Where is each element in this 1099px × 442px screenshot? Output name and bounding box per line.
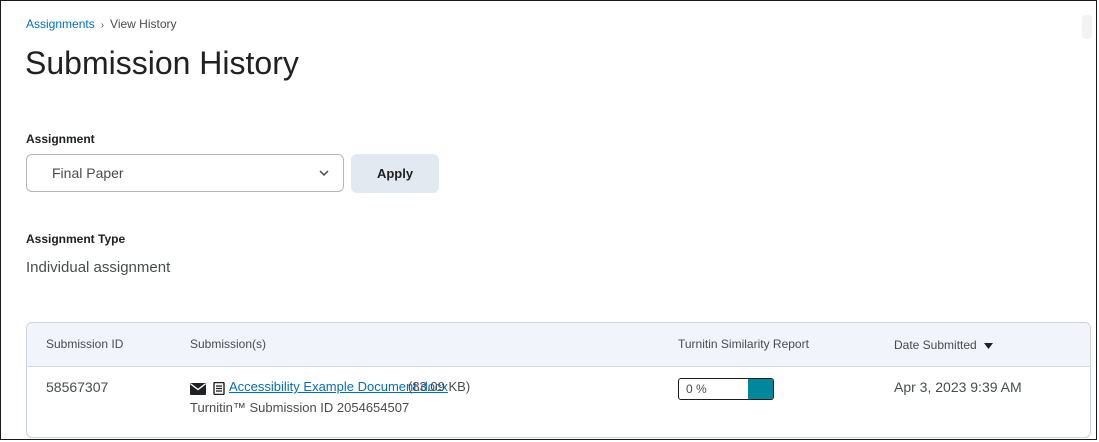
sort-down-icon: [984, 342, 994, 349]
file-size: (83.09 KB): [408, 379, 471, 394]
breadcrumb-assignments-link[interactable]: Assignments: [26, 17, 95, 31]
header-submissions: Submission(s): [190, 337, 267, 351]
document-icon: [213, 381, 226, 396]
similarity-report-button[interactable]: 0 %: [678, 378, 774, 400]
breadcrumb-separator: ›: [100, 20, 105, 31]
submission-table: Submission ID Submission(s) Turnitin Sim…: [26, 322, 1091, 438]
chevron-down-icon: [319, 170, 329, 177]
turnitin-submission-id: Turnitin™ Submission ID 2054654507: [190, 400, 410, 415]
similarity-indicator: [748, 379, 773, 399]
assignment-select[interactable]: Final Paper: [26, 154, 344, 192]
header-similarity: Turnitin Similarity Report: [678, 337, 809, 351]
header-submission-id: Submission ID: [46, 337, 124, 351]
page-frame: Assignments › View History Submission Hist…: [0, 0, 1097, 440]
header-date-submitted[interactable]: Date Submitted: [894, 338, 994, 352]
page-title: Submission History: [25, 45, 299, 81]
submission-id-cell: 58567307: [46, 379, 109, 395]
assignment-label: Assignment: [26, 132, 95, 146]
assignment-type-value: Individual assignment: [26, 259, 171, 276]
similarity-score: 0 %: [686, 382, 707, 396]
breadcrumb: Assignments › View History: [26, 17, 177, 31]
assignment-select-value: Final Paper: [52, 165, 124, 181]
apply-button[interactable]: Apply: [351, 154, 439, 193]
assignment-type-label: Assignment Type: [26, 232, 126, 246]
breadcrumb-current: View History: [110, 17, 177, 31]
envelope-icon: [190, 383, 206, 395]
submission-icons: [190, 381, 226, 400]
header-date-label: Date Submitted: [894, 338, 977, 352]
table-header: Submission ID Submission(s) Turnitin Sim…: [27, 323, 1090, 367]
scrollbar[interactable]: [1082, 15, 1092, 39]
date-submitted-cell: Apr 3, 2023 9:39 AM: [894, 379, 1022, 395]
